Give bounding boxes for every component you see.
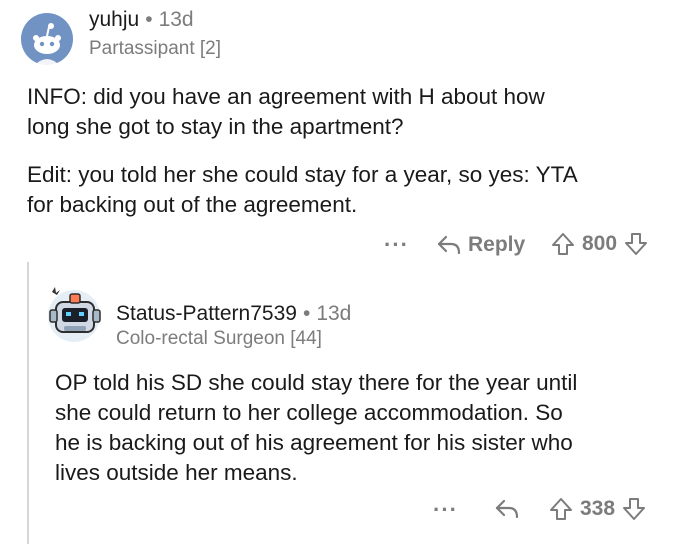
downvote-icon[interactable] <box>621 496 647 522</box>
reply-arrow-icon <box>495 499 519 519</box>
reply-button[interactable] <box>494 498 520 520</box>
comment-line: Edit: you told her she could stay for a … <box>27 162 578 187</box>
user-flair: Partassipant [2] <box>89 38 222 59</box>
separator-dot: • <box>302 302 311 325</box>
comment-line: INFO: did you have an agreement with H a… <box>27 84 545 109</box>
comment-line: OP told his SD she could stay there for … <box>55 370 578 395</box>
upvote-icon[interactable] <box>548 496 574 522</box>
vote-controls: 800 <box>550 231 649 257</box>
reply-label: Reply <box>468 233 526 256</box>
downvote-icon[interactable] <box>623 231 649 257</box>
comment-body: INFO: did you have an agreement with H a… <box>27 82 578 220</box>
separator-dot: • <box>145 8 153 31</box>
robot-avatar-icon <box>48 287 101 342</box>
reply-arrow-icon <box>437 235 461 255</box>
comment-line: long she got to stay in the apartment? <box>27 114 404 139</box>
comment-author-line: Status-Pattern7539 • 13d <box>116 302 351 326</box>
comment-body: OP told his SD she could stay there for … <box>55 368 577 488</box>
avatar[interactable] <box>44 284 104 349</box>
upvote-icon[interactable] <box>550 231 576 257</box>
thread-line[interactable] <box>27 262 29 544</box>
comment-line: he is backing out of his agreement for h… <box>55 430 573 455</box>
username[interactable]: Status-Pattern7539 <box>116 302 297 325</box>
comment-line: she could return to her college accommod… <box>55 400 563 425</box>
more-options-button[interactable]: ··· <box>433 497 458 523</box>
reddit-snoo-avatar-icon <box>21 13 73 66</box>
reply-button[interactable]: Reply <box>436 233 525 257</box>
user-flair: Colo-rectal Surgeon [44] <box>116 328 322 349</box>
avatar[interactable] <box>20 12 74 71</box>
comment-line: lives outside her means. <box>55 460 298 485</box>
vote-score: 800 <box>582 232 618 255</box>
vote-score: 338 <box>580 497 616 520</box>
more-options-button[interactable]: ··· <box>384 232 409 258</box>
comment-line: for backing out of the agreement. <box>27 192 358 217</box>
comment-age: 13d <box>316 302 352 325</box>
comment-age: 13d <box>158 8 194 31</box>
comment-author-line: yuhju • 13d <box>89 8 194 32</box>
username[interactable]: yuhju <box>89 8 139 31</box>
vote-controls: 338 <box>548 496 647 522</box>
